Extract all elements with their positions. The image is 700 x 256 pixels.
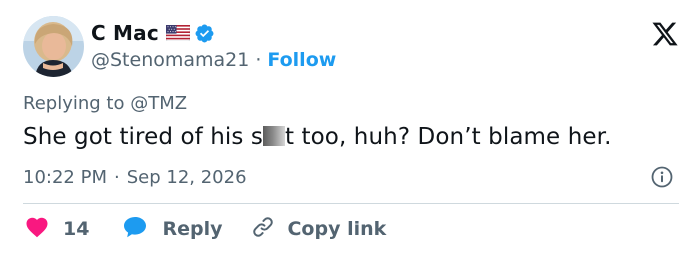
author-handle-row: @Stenomama21 · Follow <box>91 48 336 72</box>
like-count: 14 <box>63 218 90 240</box>
replying-prefix: Replying to <box>23 93 131 114</box>
display-name[interactable]: C Mac <box>91 21 159 45</box>
copy-link-label: Copy link <box>287 218 387 240</box>
action-bar: 14 Reply Copy link <box>25 215 386 243</box>
replying-mention[interactable]: @TMZ <box>130 93 187 114</box>
meta-separator: · <box>113 167 120 188</box>
reply-label: Reply <box>162 218 223 240</box>
verified-badge-icon <box>194 23 215 44</box>
divider <box>23 203 679 204</box>
reply-button[interactable]: Reply <box>122 215 222 244</box>
tweet-text-end: t too, huh? Don’t blame her. <box>284 124 612 150</box>
tweet-date[interactable]: Sep 12, 2026 <box>127 167 247 188</box>
follow-button[interactable]: Follow <box>267 49 336 71</box>
us-flag-icon <box>165 24 191 42</box>
avatar-image <box>23 16 84 77</box>
avatar[interactable] <box>23 16 84 77</box>
heart-icon <box>25 216 49 243</box>
tweet-text-start: She got tired of his s <box>23 124 263 150</box>
tweet-meta: 10:22 PM · Sep 12, 2026 <box>23 167 247 188</box>
copy-link-button[interactable]: Copy link <box>251 215 386 244</box>
author-handle[interactable]: @Stenomama21 <box>91 49 249 71</box>
replying-to-line: Replying to @TMZ <box>23 93 187 114</box>
reply-bubble-icon <box>122 215 148 244</box>
author-name-row: C Mac <box>91 20 215 46</box>
info-icon[interactable] <box>651 166 673 188</box>
tweet-card: C Mac @Stenomama21 · Follow Replying to … <box>0 0 700 256</box>
link-icon <box>251 215 275 244</box>
censor-block <box>262 126 285 146</box>
x-logo-icon[interactable] <box>651 20 679 48</box>
tweet-text: She got tired of his s t too, huh? Don’t … <box>23 124 611 150</box>
tweet-time[interactable]: 10:22 PM <box>23 167 107 188</box>
like-button[interactable]: 14 <box>25 216 89 243</box>
handle-separator: · <box>255 49 262 71</box>
